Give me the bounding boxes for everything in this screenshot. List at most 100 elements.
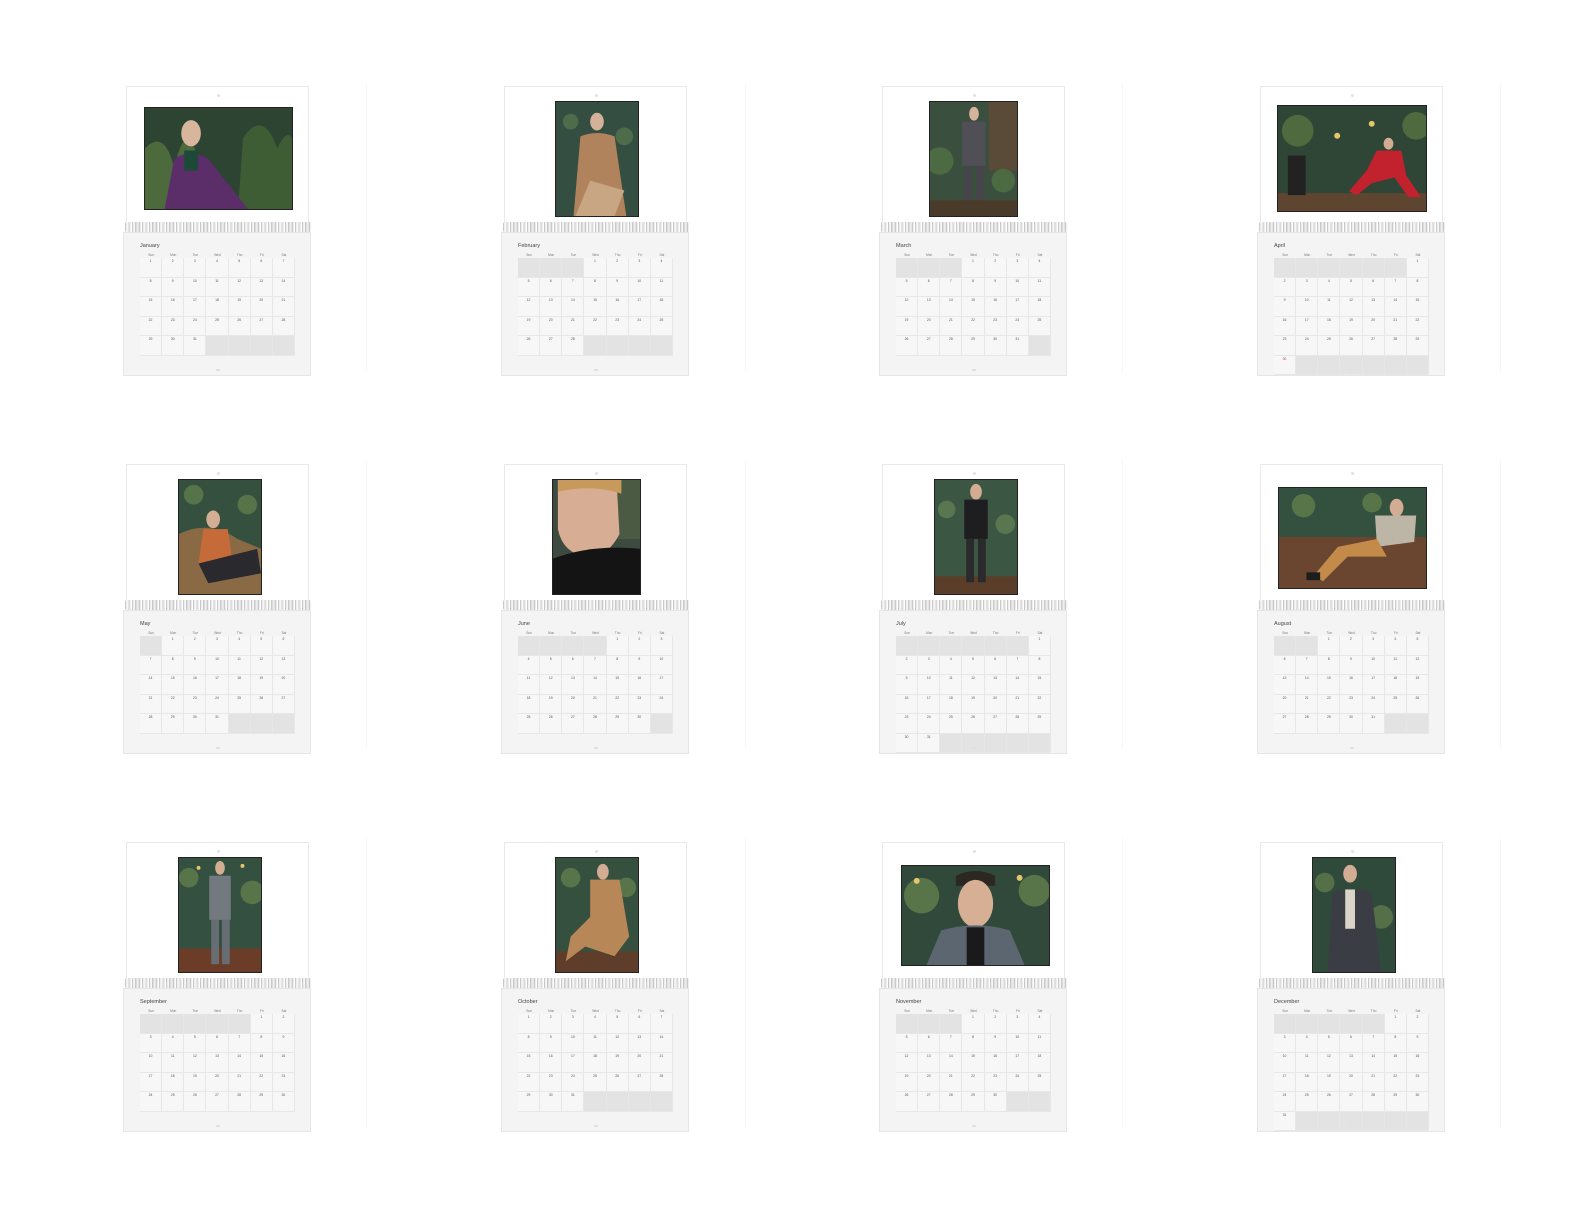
day-cell: 13: [540, 297, 563, 317]
day-cell: 6: [984, 655, 1007, 675]
calendar-page-december[interactable]: December Sun Mon Tue Wed Thu Fri Sat 123456789…: [1257, 842, 1445, 1132]
day-cell: 5: [606, 1014, 629, 1034]
day-cell: 8: [1384, 1033, 1407, 1053]
calendar-page-october[interactable]: October Sun Mon Tue Wed Thu Fri Sat 1234567891…: [501, 842, 689, 1132]
day-cell: 29: [250, 1092, 273, 1112]
day-cell: 22: [962, 316, 985, 336]
day-cell: 23: [1340, 694, 1363, 714]
day-cell: 12: [250, 655, 273, 675]
day-cell: 23: [162, 316, 185, 336]
day-cell: 7: [272, 258, 295, 278]
calendar-page-august[interactable]: August Sun Mon Tue Wed Thu Fri Sat 1 2 3 4 5 6 7 8 9 10…: [1257, 464, 1445, 754]
day-cell: 3: [1006, 1014, 1029, 1034]
day-cell: 26: [184, 1092, 207, 1112]
day-cell: 17: [1296, 316, 1319, 336]
day-cell: 8: [1318, 655, 1341, 675]
page-footer-mark: [972, 747, 976, 749]
day-cell-empty: [562, 258, 585, 278]
day-cell: 18: [162, 1072, 185, 1092]
day-cell: 28: [650, 1072, 673, 1092]
day-cell: 21: [584, 694, 607, 714]
day-cell: 29: [1406, 336, 1429, 356]
day-cell-empty: [206, 1014, 229, 1034]
day-cell-empty: [918, 258, 941, 278]
day-cell-empty: [606, 336, 629, 356]
day-cell: 9: [984, 277, 1007, 297]
day-cell: 7: [940, 277, 963, 297]
portrait-closeup-turtleneck-icon: [552, 479, 641, 595]
day-cell: 17: [1274, 1072, 1297, 1092]
day-cell: 2: [1340, 636, 1363, 656]
day-cell: 6: [562, 655, 585, 675]
day-cell-empty: [1296, 636, 1319, 656]
day-cell: 27: [918, 336, 941, 356]
day-cell: 2: [896, 655, 919, 675]
day-cell: 31: [1274, 1111, 1297, 1131]
day-cell: 11: [940, 675, 963, 695]
day-cell-empty: [1006, 733, 1029, 753]
day-cell-empty: [1340, 1014, 1363, 1034]
day-cell-empty: [1318, 1111, 1341, 1131]
day-cell: 10: [1006, 1033, 1029, 1053]
day-cell: 27: [1362, 336, 1385, 356]
day-cell: 15: [606, 675, 629, 695]
day-cell: 7: [228, 1033, 251, 1053]
landscape-red-suit-seated-icon: [1277, 105, 1427, 212]
day-cell-empty: [1006, 636, 1029, 656]
calendar-page-november[interactable]: November Sun Mon Tue Wed Thu Fri Sat 123456789…: [879, 842, 1067, 1132]
day-cell: 18: [1028, 1053, 1051, 1073]
day-cell: 19: [518, 316, 541, 336]
day-cell: 21: [140, 694, 163, 714]
day-cell: 17: [918, 694, 941, 714]
calendar-page-february[interactable]: February Sun Mon Tue Wed Thu Fri Sat 123456789…: [501, 86, 689, 376]
day-cell: 13: [984, 675, 1007, 695]
day-cell: 15: [140, 297, 163, 317]
day-cell: 12: [540, 675, 563, 695]
day-cell: 21: [1296, 694, 1319, 714]
day-cell: 20: [272, 675, 295, 695]
calendar-page-september[interactable]: September Sun Mon Tue Wed Thu Fri Sat 12345678…: [123, 842, 311, 1132]
day-cell: 11: [518, 675, 541, 695]
day-cell: 14: [584, 675, 607, 695]
day-cell: 12: [184, 1053, 207, 1073]
calendar-page-may[interactable]: May Sun Mon Tue Wed Thu Fri Sat 1 2 3 4 5 6 7 8 9 10 11 1…: [123, 464, 311, 754]
column-divider: [745, 460, 746, 750]
day-cell: 9: [628, 655, 651, 675]
day-cell: 29: [962, 1092, 985, 1112]
day-cell: 23: [272, 1072, 295, 1092]
day-cell-empty: [650, 336, 673, 356]
day-cell-empty: [1340, 1111, 1363, 1131]
day-cell-empty: [896, 1014, 919, 1034]
day-cell-empty: [1340, 355, 1363, 375]
day-cell: 10: [628, 277, 651, 297]
day-cell: 11: [1296, 1053, 1319, 1073]
day-cell: 18: [1318, 316, 1341, 336]
day-cell: 2: [1406, 1014, 1429, 1034]
day-cell: 20: [562, 694, 585, 714]
day-cell: 31: [1362, 714, 1385, 734]
calendar-page-july[interactable]: July Sun Mon Tue Wed Thu Fri Sat 1 2 3 4 5 6 7 8 9 10 11…: [879, 464, 1067, 754]
day-cell: 7: [1296, 655, 1319, 675]
day-cell-empty: [1406, 1111, 1429, 1131]
day-cell: 23: [628, 694, 651, 714]
day-cell-empty: [584, 1092, 607, 1112]
day-cell: 21: [1006, 694, 1029, 714]
calendar-page-april[interactable]: April Sun Mon Tue Wed Thu Fri Sat 1 2 3 4 5 6 7 8 9 10 1…: [1257, 86, 1445, 376]
day-cell: 11: [584, 1033, 607, 1053]
grid-panel: June Sun Mon Tue Wed Thu Fri Sat 1 2 3 4 5 6 7 8 9 10 11…: [501, 610, 689, 754]
day-cell: 18: [584, 1053, 607, 1073]
calendar-page-january[interactable]: January Sun Mon Tue Wed Thu Fri Sat 1234567891…: [123, 86, 311, 376]
day-cell: 16: [628, 675, 651, 695]
day-cells: 1 2 3 4 5 6 7 8 9 10 11 12 13 14 15 16 17 18 19 20 21 22 23 24 2…: [518, 258, 673, 356]
calendar-page-march[interactable]: March Sun Mon Tue Wed Thu Fri Sat 1 2 3 4 5 6 7 8 9 10 1…: [879, 86, 1067, 376]
calendar-page-june[interactable]: June Sun Mon Tue Wed Thu Fri Sat 1 2 3 4 5 6 7 8 9 10 11…: [501, 464, 689, 754]
day-cell: 25: [518, 714, 541, 734]
day-cell: 30: [1274, 355, 1297, 375]
day-cell: 6: [1340, 1033, 1363, 1053]
day-cell-empty: [272, 714, 295, 734]
day-cells: 1 2 3 4 5 6 7 8 9 10 11 12 13 14 15 16 17 18 19 20 21 22 23 24 2…: [140, 1014, 295, 1112]
day-cell: 28: [1296, 714, 1319, 734]
day-cell: 14: [650, 1033, 673, 1053]
day-cell: 2: [628, 636, 651, 656]
day-cell: 7: [940, 1033, 963, 1053]
